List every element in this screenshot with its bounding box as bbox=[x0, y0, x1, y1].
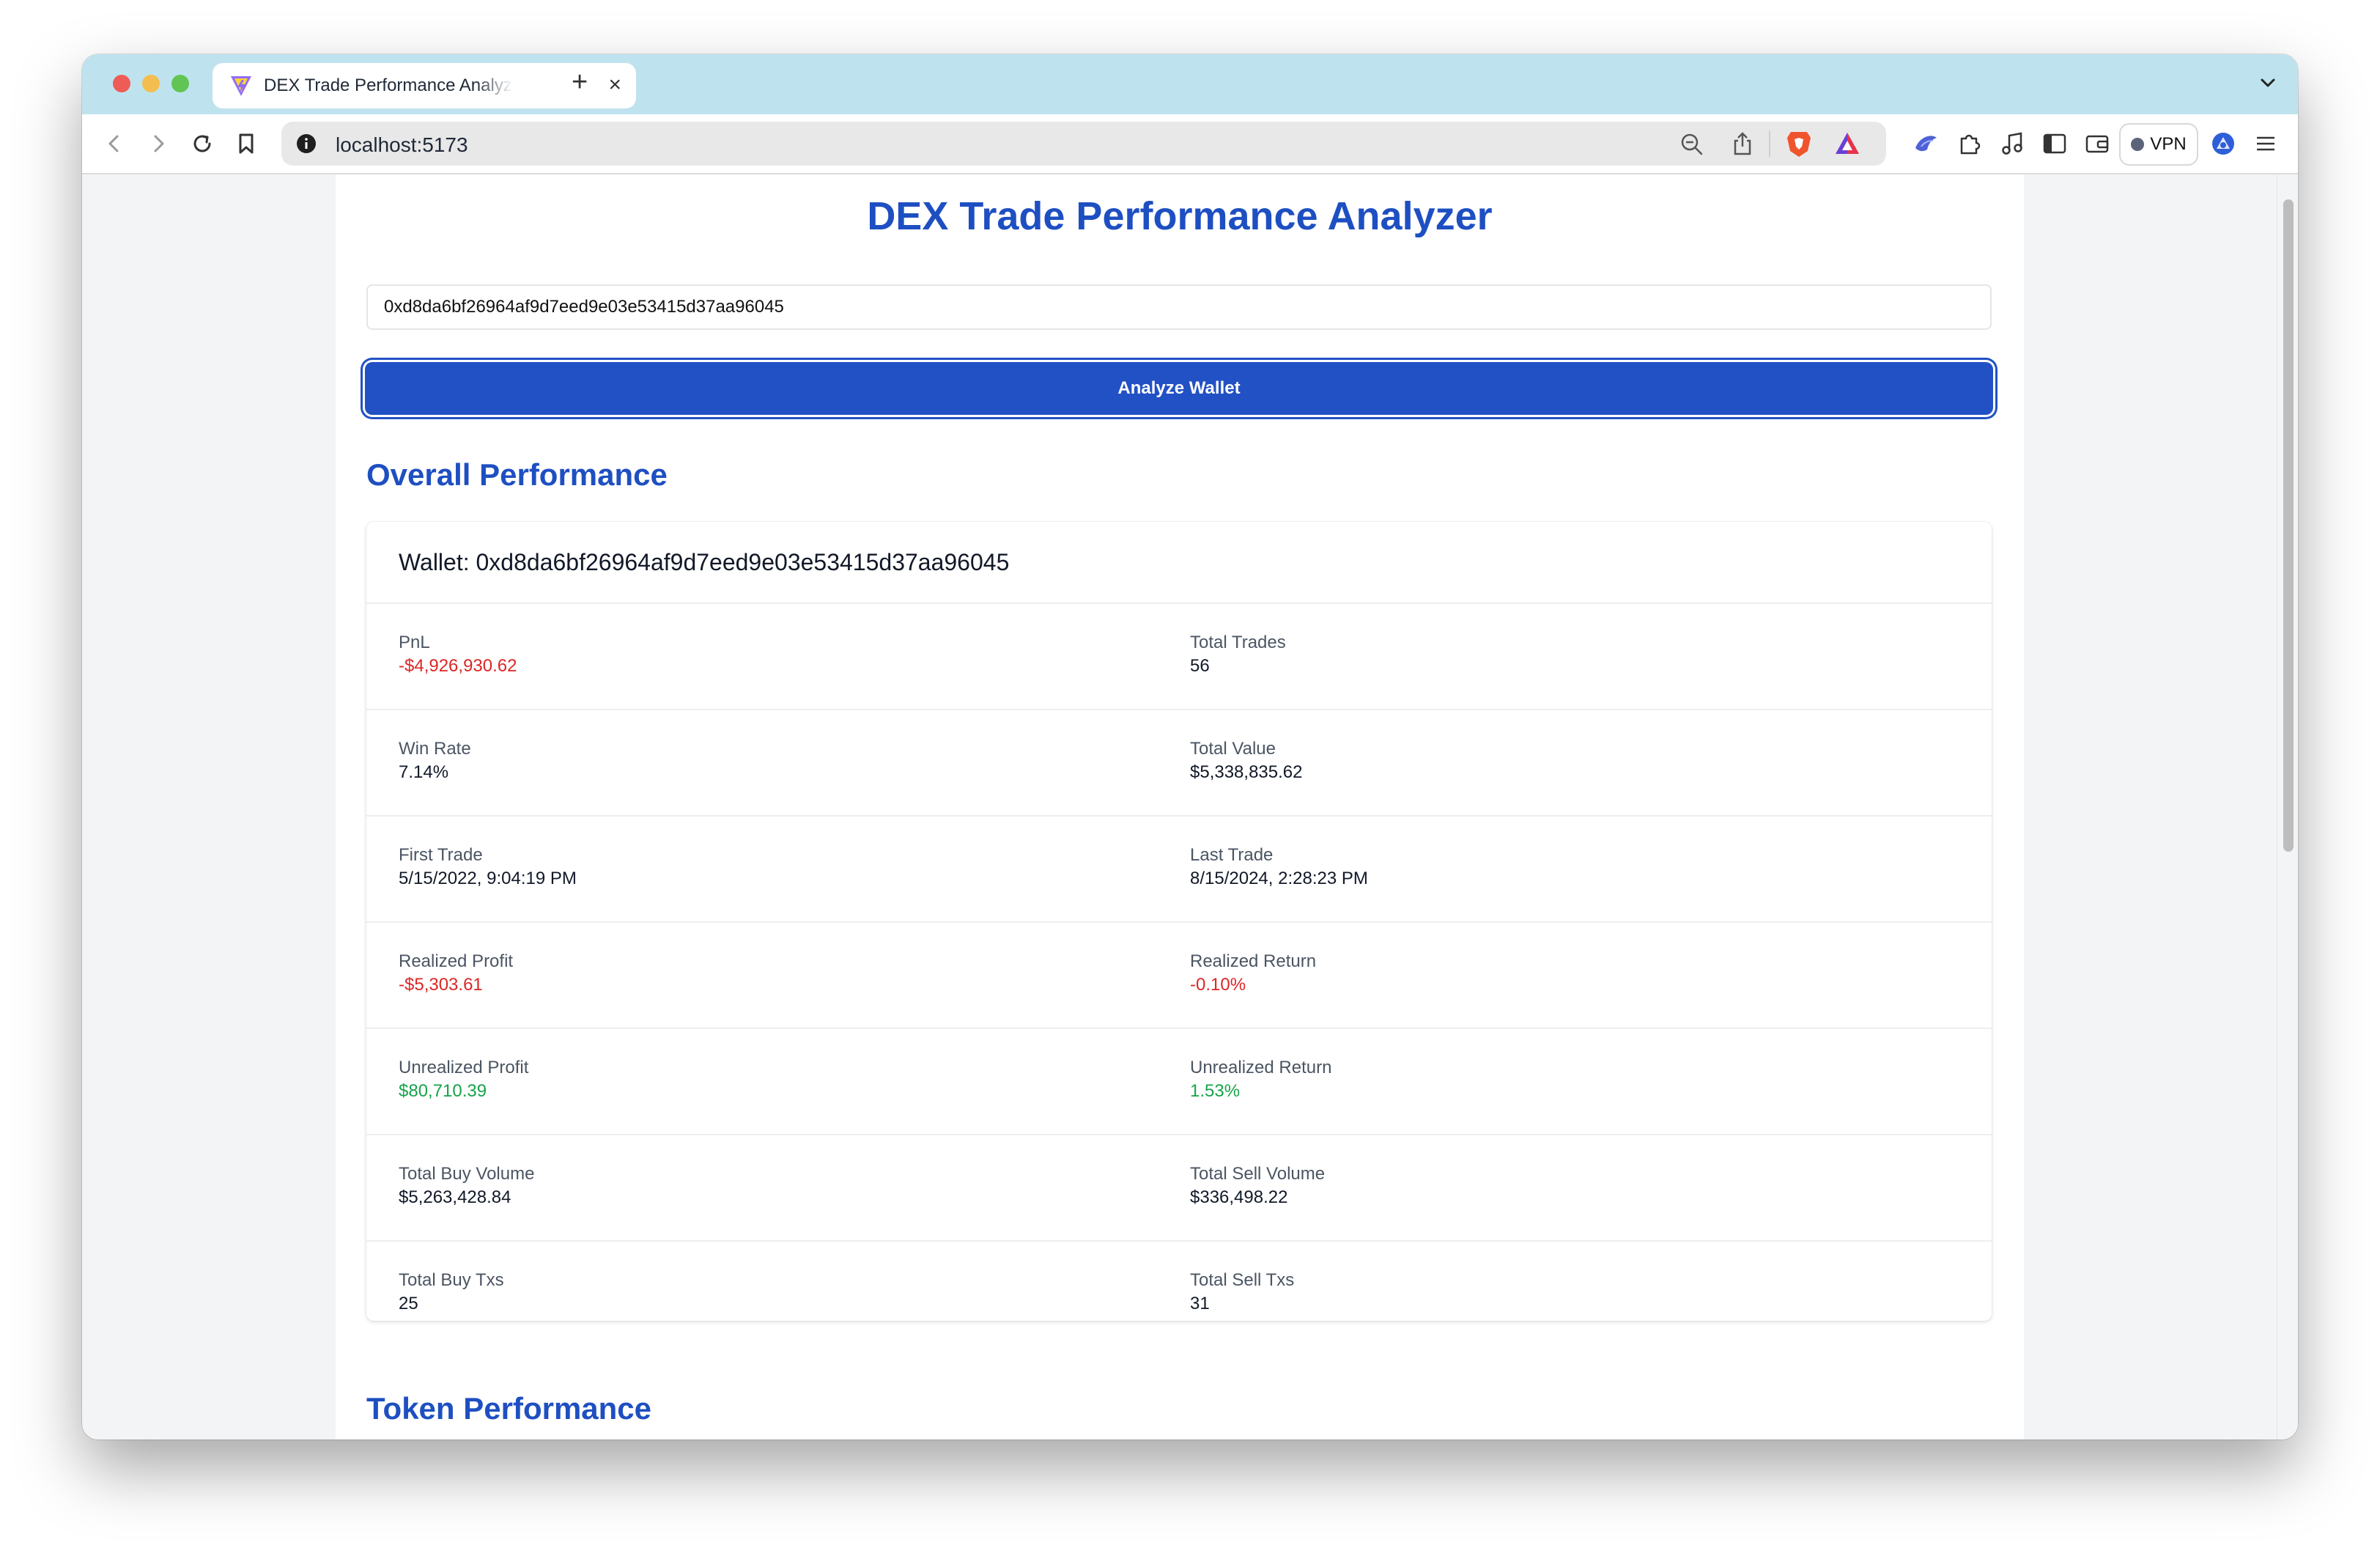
brave-rewards-icon[interactable] bbox=[1833, 130, 1861, 157]
stat-label: Total Buy Txs bbox=[399, 1270, 504, 1290]
stat-total-buy-txs: Total Buy Txs 25 bbox=[399, 1269, 504, 1316]
url-text: localhost:5173 bbox=[336, 133, 468, 156]
stat-label: Total Trades bbox=[1190, 633, 1286, 652]
stat-row: First Trade 5/15/2022, 9:04:19 PM Last T… bbox=[366, 817, 1992, 923]
stat-value: $5,338,835.62 bbox=[1190, 762, 1303, 782]
site-info-icon[interactable] bbox=[296, 133, 317, 154]
minimize-window-button[interactable] bbox=[142, 75, 160, 92]
stat-value: -$5,303.61 bbox=[399, 975, 483, 995]
vite-logo-icon bbox=[231, 76, 251, 96]
stat-unrealized-return: Unrealized Return 1.53% bbox=[1190, 1057, 1331, 1104]
stat-value: 7.14% bbox=[399, 762, 449, 782]
menu-icon[interactable] bbox=[2251, 129, 2280, 158]
stat-row: Realized Profit -$5,303.61 Realized Retu… bbox=[366, 923, 1992, 1029]
stat-label: Unrealized Return bbox=[1190, 1058, 1332, 1077]
stat-last-trade: Last Trade 8/15/2024, 2:28:23 PM bbox=[1190, 844, 1368, 891]
share-icon[interactable] bbox=[1731, 130, 1754, 157]
stat-total-buy-volume: Total Buy Volume $5,263,428.84 bbox=[399, 1163, 534, 1210]
stat-row: PnL -$4,926,930.62 Total Trades 56 bbox=[366, 604, 1992, 710]
extension-bird-icon[interactable] bbox=[1911, 129, 1940, 158]
media-music-icon[interactable] bbox=[1998, 129, 2027, 158]
back-icon[interactable] bbox=[100, 129, 129, 158]
leo-ai-icon[interactable] bbox=[2209, 129, 2238, 158]
token-performance-heading: Token Performance bbox=[366, 1391, 652, 1426]
stat-value: 8/15/2024, 2:28:23 PM bbox=[1190, 869, 1368, 888]
stat-label: Last Trade bbox=[1190, 845, 1274, 865]
forward-icon[interactable] bbox=[144, 129, 173, 158]
scrollbar-thumb[interactable] bbox=[2283, 199, 2294, 852]
zoom-out-icon[interactable] bbox=[1679, 132, 1704, 157]
stat-row: Win Rate 7.14% Total Value $5,338,835.62 bbox=[366, 710, 1992, 817]
stat-total-trades: Total Trades 56 bbox=[1190, 632, 1286, 679]
brave-shields-icon[interactable] bbox=[1785, 129, 1813, 158]
stat-realized-return: Realized Return -0.10% bbox=[1190, 951, 1316, 998]
stat-first-trade: First Trade 5/15/2022, 9:04:19 PM bbox=[399, 844, 577, 891]
page-title: DEX Trade Performance Analyzer bbox=[867, 194, 1493, 238]
stat-value: 1.53% bbox=[1190, 1081, 1241, 1101]
stat-label: First Trade bbox=[399, 845, 483, 865]
stat-label: Total Buy Volume bbox=[399, 1164, 535, 1184]
chevron-down-icon[interactable] bbox=[2255, 70, 2280, 95]
tab-bar: DEX Trade Performance Analyzer × + bbox=[82, 54, 2298, 114]
extensions-puzzle-icon[interactable] bbox=[1955, 129, 1984, 158]
stat-win-rate: Win Rate 7.14% bbox=[399, 738, 471, 785]
wallet-header: Wallet: 0xd8da6bf26964af9d7eed9e03e53415… bbox=[366, 522, 1992, 604]
new-tab-icon[interactable]: + bbox=[572, 67, 588, 97]
stat-label: Total Sell Volume bbox=[1190, 1164, 1326, 1184]
stat-label: Total Value bbox=[1190, 739, 1276, 759]
stat-total-sell-txs: Total Sell Txs 31 bbox=[1190, 1269, 1294, 1316]
divider bbox=[1769, 130, 1770, 157]
stat-value: 31 bbox=[1190, 1294, 1210, 1313]
stat-row: Total Buy Volume $5,263,428.84 Total Sel… bbox=[366, 1135, 1992, 1242]
close-window-button[interactable] bbox=[113, 75, 130, 92]
close-tab-icon[interactable]: × bbox=[608, 74, 621, 96]
page-scrollbar[interactable] bbox=[2277, 174, 2298, 1440]
stat-value: -$4,926,930.62 bbox=[399, 656, 517, 676]
stat-label: Realized Return bbox=[1190, 951, 1317, 971]
stat-value: 5/15/2022, 9:04:19 PM bbox=[399, 869, 577, 888]
performance-card: Wallet: 0xd8da6bf26964af9d7eed9e03e53415… bbox=[366, 522, 1992, 1321]
page-viewport: DEX Trade Performance Analyzer Analyze W… bbox=[82, 174, 2298, 1440]
address-bar[interactable]: localhost:5173 bbox=[281, 122, 1886, 166]
stat-total-value: Total Value $5,338,835.62 bbox=[1190, 738, 1302, 785]
vpn-button[interactable]: VPN bbox=[2119, 123, 2198, 166]
stat-realized-profit: Realized Profit -$5,303.61 bbox=[399, 951, 513, 998]
browser-toolbar: localhost:5173 VPN bbox=[82, 114, 2298, 174]
stat-label: PnL bbox=[399, 633, 430, 652]
stat-value: $336,498.22 bbox=[1190, 1187, 1288, 1207]
stat-pnl: PnL -$4,926,930.62 bbox=[399, 632, 517, 679]
wallet-address-input[interactable] bbox=[366, 284, 1992, 330]
stat-unrealized-profit: Unrealized Profit $80,710.39 bbox=[399, 1057, 528, 1104]
vpn-label: VPN bbox=[2150, 134, 2187, 154]
stat-label: Total Sell Txs bbox=[1190, 1270, 1295, 1290]
stat-label: Unrealized Profit bbox=[399, 1058, 529, 1077]
tab-title: DEX Trade Performance Analyzer bbox=[264, 75, 513, 95]
browser-window: DEX Trade Performance Analyzer × + local… bbox=[82, 54, 2298, 1440]
sidebar-icon[interactable] bbox=[2040, 129, 2069, 158]
stat-value: 25 bbox=[399, 1294, 418, 1313]
stat-value: 56 bbox=[1190, 656, 1210, 676]
analyze-wallet-button[interactable]: Analyze Wallet bbox=[365, 362, 1993, 415]
vpn-status-icon bbox=[2131, 138, 2145, 151]
app-container: DEX Trade Performance Analyzer Analyze W… bbox=[336, 174, 2024, 1440]
bookmark-icon[interactable] bbox=[232, 129, 261, 158]
overall-performance-heading: Overall Performance bbox=[366, 457, 668, 492]
maximize-window-button[interactable] bbox=[171, 75, 189, 92]
stat-row: Total Buy Txs 25 Total Sell Txs 31 bbox=[366, 1242, 1992, 1348]
stat-total-sell-volume: Total Sell Volume $336,498.22 bbox=[1190, 1163, 1325, 1210]
stat-label: Win Rate bbox=[399, 739, 471, 759]
wallet-icon[interactable] bbox=[2082, 129, 2112, 158]
stat-value: $80,710.39 bbox=[399, 1081, 487, 1101]
stat-value: -0.10% bbox=[1190, 975, 1246, 995]
stat-value: $5,263,428.84 bbox=[399, 1187, 511, 1207]
stat-row: Unrealized Profit $80,710.39 Unrealized … bbox=[366, 1029, 1992, 1135]
reload-icon[interactable] bbox=[188, 129, 217, 158]
stat-label: Realized Profit bbox=[399, 951, 514, 971]
